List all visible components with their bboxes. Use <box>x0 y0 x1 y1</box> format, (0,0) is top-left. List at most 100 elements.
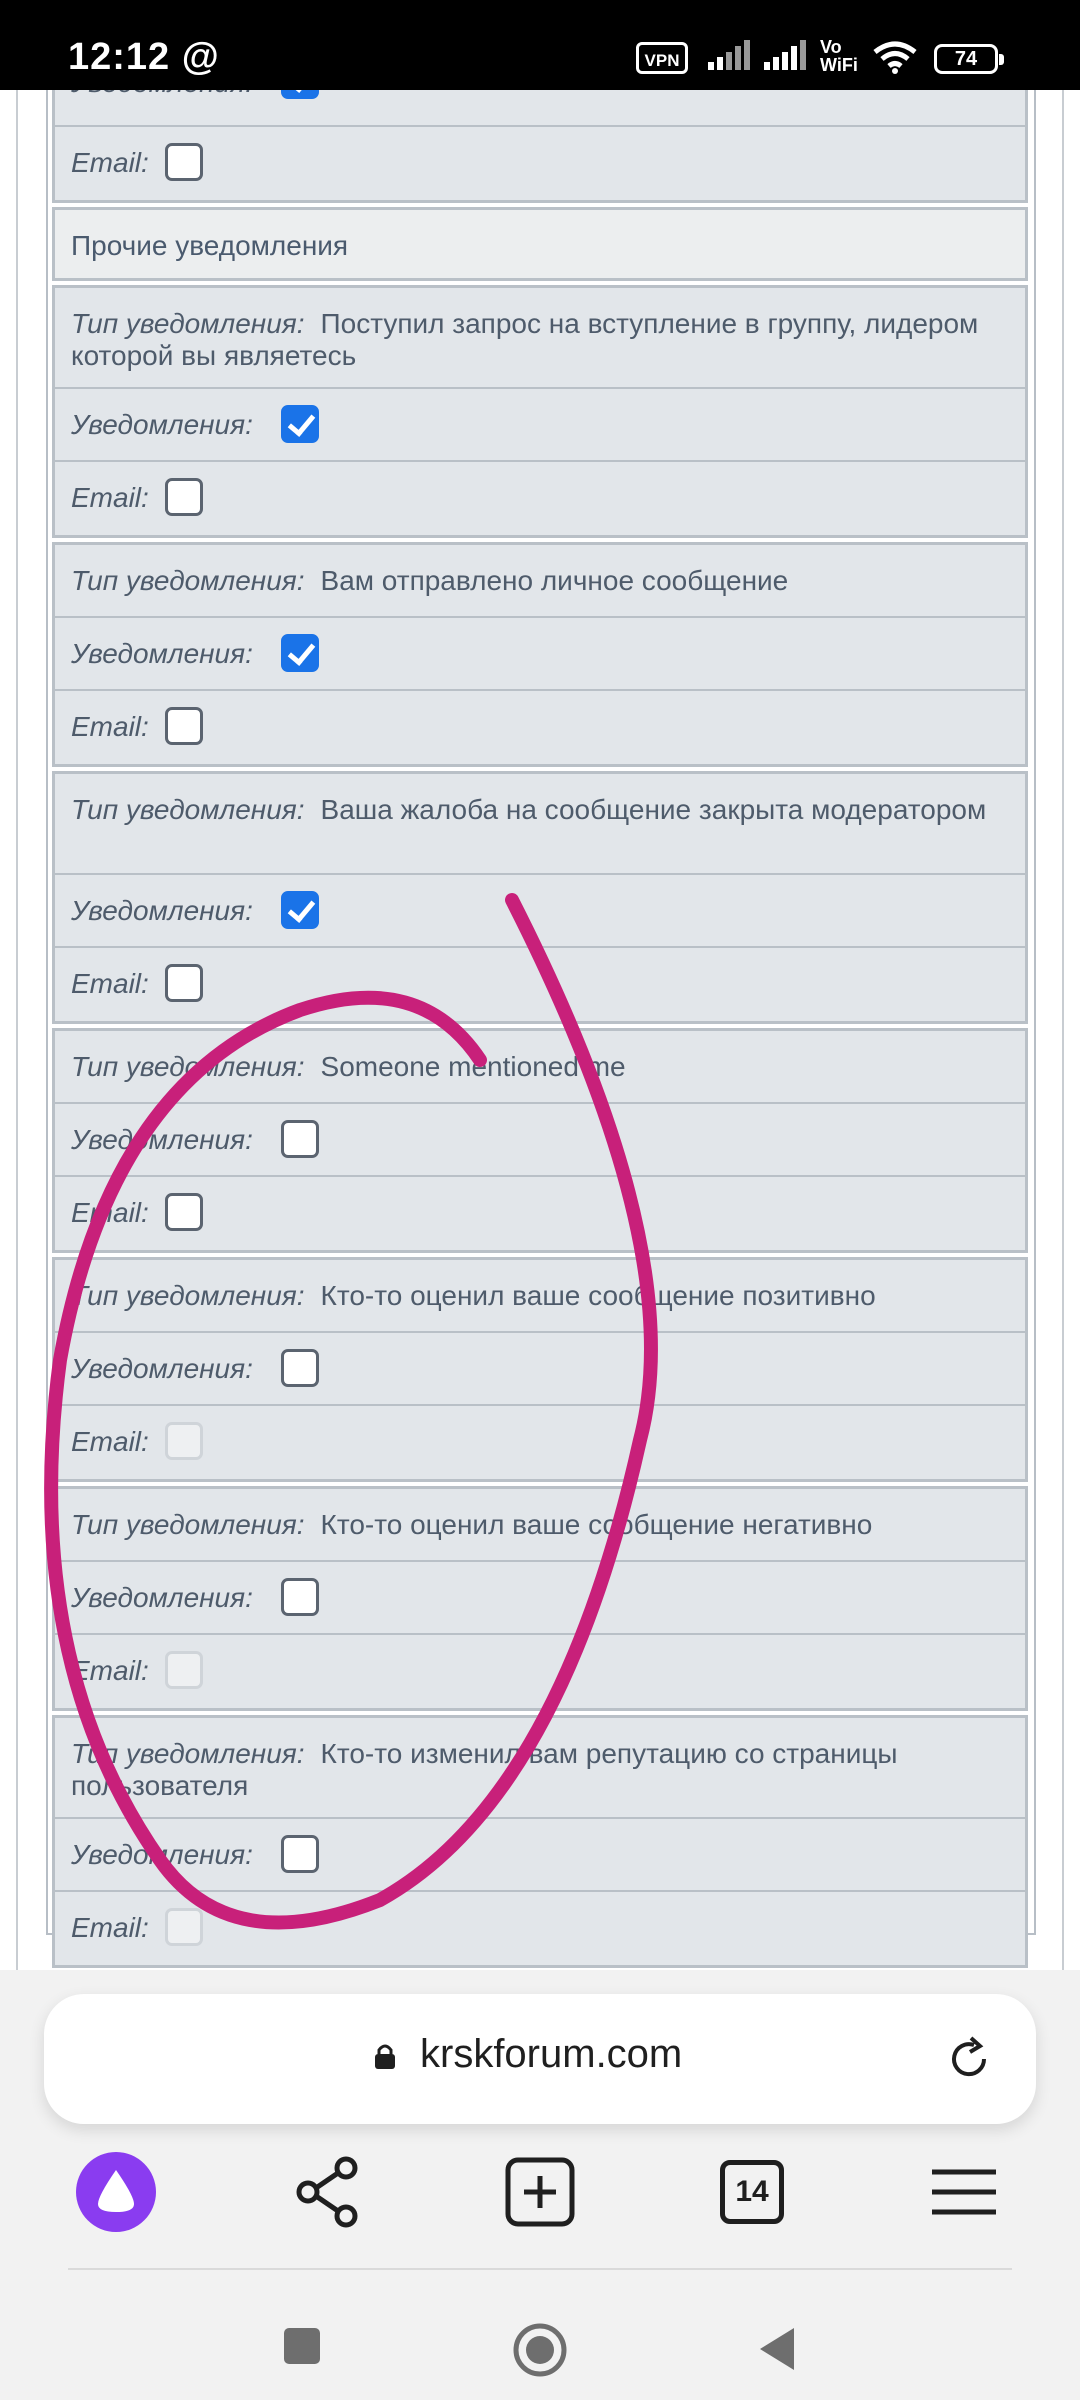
email-label: Email: <box>71 1426 149 1457</box>
alice-assistant-icon[interactable] <box>74 2150 158 2234</box>
wifi-icon <box>873 41 917 74</box>
email-label: Email: <box>71 1655 149 1686</box>
signal-icon-2 <box>764 40 808 70</box>
back-icon[interactable] <box>756 2326 796 2372</box>
email-label: Email: <box>71 968 149 999</box>
email-label: Email: <box>71 1912 149 1943</box>
type-row: Тип уведомления: Кто-то изменил вам репут… <box>55 1718 1025 1819</box>
notif-row: Уведомления: <box>55 1819 1025 1892</box>
email-label: Email: <box>71 1197 149 1228</box>
notif-label: Уведомления: <box>71 90 253 99</box>
section-title: Прочие уведомления <box>52 207 1028 281</box>
browser-toolbar: 14 <box>0 2150 1080 2270</box>
notif-checkbox[interactable] <box>281 1835 319 1873</box>
toolbar-divider <box>68 2268 1012 2270</box>
email-checkbox[interactable] <box>165 1193 203 1231</box>
email-row: Email: <box>55 462 1025 535</box>
notification-group: Тип уведомления: Кто-то изменил вам репут… <box>52 1715 1028 1968</box>
email-row: Email: <box>55 127 1025 200</box>
type-label: Тип уведомления: <box>71 1280 305 1311</box>
reload-icon[interactable] <box>944 2034 994 2084</box>
notif-checkbox[interactable] <box>281 634 319 672</box>
notification-group: Тип уведомления: Someone mentioned me Уве… <box>52 1028 1028 1253</box>
status-bar: 12:12 @ VPN Vo WiFi 74 <box>0 0 1080 90</box>
notif-checkbox[interactable] <box>281 90 319 99</box>
type-value: Кто-то оценил ваше сообщение позитивно <box>320 1280 876 1311</box>
notif-row: Уведомления: <box>55 1104 1025 1177</box>
type-value: Кто-то оценил ваше сообщение негативно <box>320 1509 873 1540</box>
notif-checkbox[interactable] <box>281 405 319 443</box>
notification-group: Тип уведомления: Ваша жалоба на сообщение… <box>52 771 1028 1024</box>
notif-label: Уведомления: <box>71 1582 253 1613</box>
email-checkbox[interactable] <box>165 478 203 516</box>
share-icon[interactable] <box>286 2150 370 2234</box>
notif-row: Уведомления: <box>55 618 1025 691</box>
notif-row: Уведомления: <box>55 1562 1025 1635</box>
section-title-text: Прочие уведомления <box>71 230 349 261</box>
url-text: krskforum.com <box>420 2032 683 2076</box>
type-row: Тип уведомления: Ваша жалоба на сообщение… <box>55 774 1025 875</box>
home-icon[interactable] <box>512 2322 568 2378</box>
android-nav-bar <box>0 2290 1080 2400</box>
type-row: Тип уведомления: Someone mentioned me <box>55 1031 1025 1104</box>
email-row: Email: <box>55 1892 1025 1965</box>
email-checkbox-disabled <box>165 1651 203 1689</box>
notif-label: Уведомления: <box>71 638 253 669</box>
notification-group-partial: Уведомления: Email: <box>52 90 1028 203</box>
menu-icon[interactable] <box>922 2150 1006 2234</box>
notif-row: Уведомления: <box>55 90 1025 127</box>
signal-icon-1 <box>708 40 752 70</box>
type-row: Тип уведомления: Вам отправлено личное со… <box>55 545 1025 618</box>
tabs-count: 14 <box>720 2160 784 2224</box>
vowifi-icon: Vo WiFi <box>820 37 858 75</box>
recents-icon[interactable] <box>282 2326 322 2366</box>
notification-group: Тип уведомления: Вам отправлено личное со… <box>52 542 1028 767</box>
type-label: Тип уведомления: <box>71 1509 305 1540</box>
notif-checkbox[interactable] <box>281 1120 319 1158</box>
status-time: 12:12 @ <box>68 36 220 78</box>
type-value: Someone mentioned me <box>320 1051 626 1082</box>
email-checkbox[interactable] <box>165 143 203 181</box>
notif-label: Уведомления: <box>71 1124 253 1155</box>
notification-group: Тип уведомления: Кто-то оценил ваше сообщ… <box>52 1257 1028 1482</box>
email-checkbox[interactable] <box>165 964 203 1002</box>
type-row: Тип уведомления: Поступил запрос на вступ… <box>55 288 1025 389</box>
notification-rows: Уведомления: Email: Прочие уведомления Т… <box>52 90 1028 1968</box>
notification-group: Тип уведомления: Кто-то оценил ваше сообщ… <box>52 1486 1028 1711</box>
browser-chrome: krskforum.com 14 <box>0 1970 1080 2400</box>
type-value: Ваша жалоба на сообщение закрыта модерат… <box>320 794 987 825</box>
tabs-counter-button[interactable]: 14 <box>710 2150 794 2234</box>
address-bar[interactable]: krskforum.com <box>44 1994 1036 2124</box>
type-label: Тип уведомления: <box>71 565 305 596</box>
notif-label: Уведомления: <box>71 895 253 926</box>
email-label: Email: <box>71 147 149 178</box>
email-row: Email: <box>55 1635 1025 1708</box>
notif-row: Уведомления: <box>55 389 1025 462</box>
notif-row: Уведомления: <box>55 875 1025 948</box>
notif-label: Уведомления: <box>71 1839 253 1870</box>
notif-label: Уведомления: <box>71 1353 253 1384</box>
notif-label: Уведомления: <box>71 409 253 440</box>
notif-checkbox[interactable] <box>281 1578 319 1616</box>
email-row: Email: <box>55 1177 1025 1250</box>
lock-icon <box>375 2044 395 2069</box>
notification-group: Тип уведомления: Поступил запрос на вступ… <box>52 285 1028 538</box>
type-row: Тип уведомления: Кто-то оценил ваше сообщ… <box>55 1489 1025 1562</box>
email-row: Email: <box>55 691 1025 764</box>
type-row: Тип уведомления: Кто-то оценил ваше сообщ… <box>55 1260 1025 1333</box>
new-tab-icon[interactable] <box>498 2150 582 2234</box>
type-label: Тип уведомления: <box>71 1738 305 1769</box>
notif-checkbox[interactable] <box>281 1349 319 1387</box>
type-label: Тип уведомления: <box>71 308 305 339</box>
vpn-icon: VPN <box>636 42 688 74</box>
email-checkbox[interactable] <box>165 707 203 745</box>
type-label: Тип уведомления: <box>71 794 305 825</box>
notif-row: Уведомления: <box>55 1333 1025 1406</box>
type-label: Тип уведомления: <box>71 1051 305 1082</box>
battery-icon: 74 <box>934 44 1004 74</box>
settings-page: Уведомления: Email: Прочие уведомления Т… <box>0 90 1080 1970</box>
notif-checkbox[interactable] <box>281 891 319 929</box>
email-label: Email: <box>71 482 149 513</box>
email-checkbox-disabled <box>165 1422 203 1460</box>
email-row: Email: <box>55 948 1025 1021</box>
